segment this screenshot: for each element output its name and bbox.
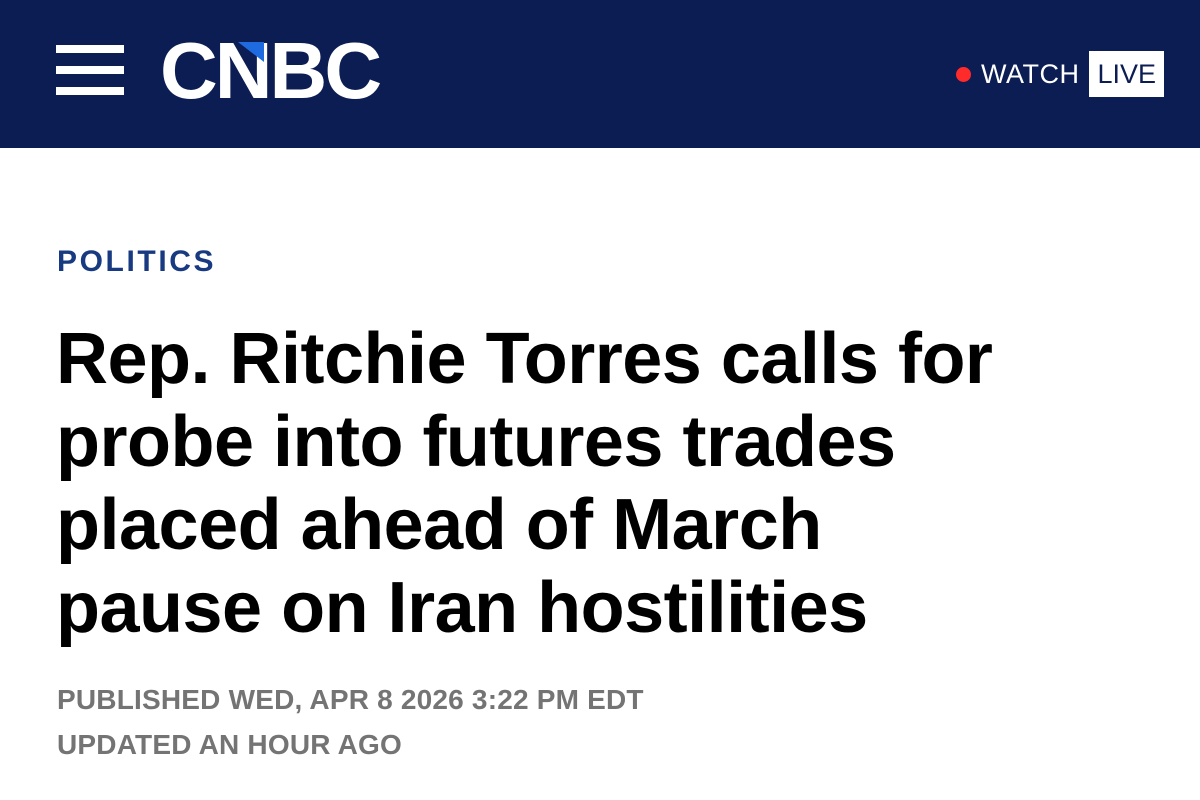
live-indicator-icon xyxy=(956,66,971,82)
top-navigation-bar: CNBC WATCH LIVE xyxy=(0,0,1200,148)
headline-line: pause on Iran hostilities xyxy=(56,568,868,648)
menu-bar-middle xyxy=(56,66,124,74)
published-timestamp: PUBLISHED WED, APR 8 2026 3:22 PM EDT xyxy=(57,684,644,715)
watch-label: WATCH xyxy=(981,58,1080,89)
headline-line: Rep. Ritchie Torres calls for xyxy=(56,319,993,399)
menu-bar-bottom xyxy=(56,87,124,95)
watch-live-button[interactable]: WATCH LIVE xyxy=(956,51,1165,97)
headline-line: probe into futures trades xyxy=(56,402,896,482)
headline-line: placed ahead of March xyxy=(56,485,822,565)
article-headline: Rep. Ritchie Torres calls for probe into… xyxy=(56,318,1156,650)
updated-timestamp: UPDATED AN HOUR AGO xyxy=(57,729,402,760)
hamburger-menu-icon[interactable] xyxy=(56,45,124,95)
live-badge: LIVE xyxy=(1089,51,1165,97)
cnbc-logo-text: CNBC xyxy=(160,28,380,108)
menu-bar-top xyxy=(56,45,124,53)
cnbc-logo[interactable]: CNBC xyxy=(160,28,380,108)
category-link[interactable]: POLITICS xyxy=(57,245,216,279)
